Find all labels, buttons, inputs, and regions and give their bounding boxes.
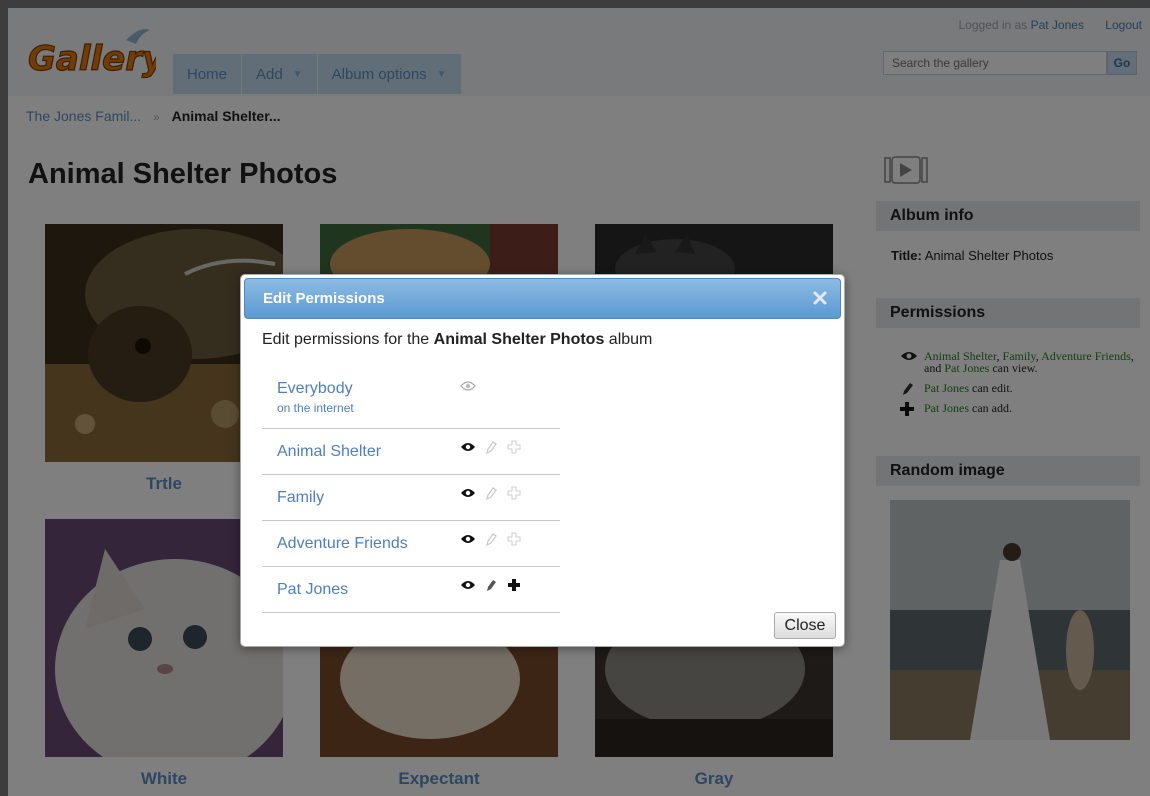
plus-icon[interactable] (506, 439, 522, 455)
dialog-intro: Edit permissions for the Animal Shelter … (262, 331, 652, 349)
intro-suffix: album (608, 331, 653, 348)
permission-row-everybody: Everybody on the internet (262, 366, 560, 429)
permission-row-adventure-friends: Adventure Friends (262, 521, 560, 567)
group-name[interactable]: Family (277, 489, 324, 507)
permission-row-family: Family (262, 475, 560, 521)
plus-icon[interactable] (506, 577, 522, 593)
eye-icon[interactable] (460, 485, 476, 501)
group-name[interactable]: Animal Shelter (277, 443, 381, 461)
eye-icon[interactable] (460, 531, 476, 547)
dialog-titlebar[interactable]: Edit Permissions (244, 278, 841, 319)
close-button[interactable]: Close (774, 612, 836, 639)
group-sub: on the internet (277, 401, 354, 415)
edit-permissions-dialog: Edit Permissions Edit permissions for th… (240, 274, 845, 647)
dialog-title: Edit Permissions (263, 290, 385, 307)
group-name[interactable]: Adventure Friends (277, 535, 408, 553)
close-icon[interactable] (812, 290, 828, 306)
group-name[interactable]: Pat Jones (277, 581, 348, 599)
eye-icon[interactable] (460, 378, 476, 394)
permission-row-animal-shelter: Animal Shelter (262, 429, 560, 475)
pencil-icon[interactable] (483, 577, 499, 593)
eye-icon[interactable] (460, 577, 476, 593)
pencil-icon[interactable] (483, 439, 499, 455)
plus-icon[interactable] (506, 485, 522, 501)
permission-row-pat-jones: Pat Jones (262, 567, 560, 613)
plus-icon[interactable] (506, 531, 522, 547)
group-name[interactable]: Everybody (277, 380, 353, 398)
pencil-icon[interactable] (483, 531, 499, 547)
intro-prefix: Edit permissions for the (262, 331, 430, 348)
intro-album: Animal Shelter Photos (433, 331, 605, 348)
eye-icon[interactable] (460, 439, 476, 455)
pencil-icon[interactable] (483, 485, 499, 501)
